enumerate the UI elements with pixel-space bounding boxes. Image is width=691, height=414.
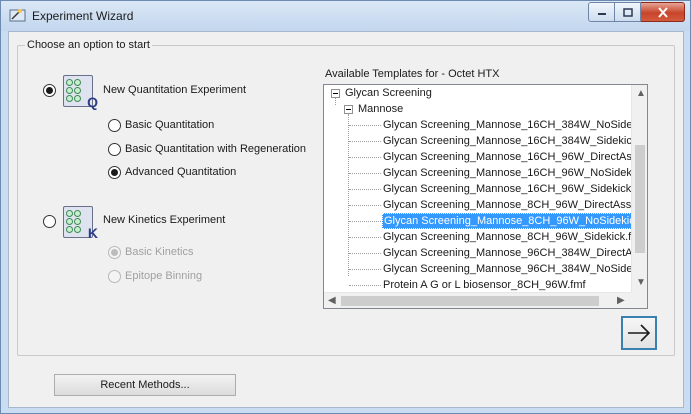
tree-item-template-selected[interactable]: Glycan Screening_Mannose_8CH_96W_NoSidek… xyxy=(382,213,632,229)
experiment-wizard-window: Experiment Wizard Choose an option to st… xyxy=(0,0,691,414)
radio-new-quantitation[interactable] xyxy=(43,84,56,97)
expand-collapse-icon[interactable] xyxy=(344,105,353,114)
tree-item-template[interactable]: Protein A G or L biosensor_8CH_96W.fmf xyxy=(382,277,632,293)
wizard-icon xyxy=(9,9,26,22)
tree-item-template[interactable]: Glycan Screening_Mannose_96CH_384W_Direc… xyxy=(382,245,632,261)
expand-collapse-icon[interactable] xyxy=(331,89,340,98)
label-basic-kinetics[interactable]: Basic Kinetics xyxy=(125,246,193,258)
wizard-body: Choose an option to start Q New Quantita… xyxy=(8,31,684,408)
tree-item-template[interactable]: Glycan Screening_Mannose_96CH_384W_NoSid… xyxy=(382,261,632,277)
label-epitope-binning[interactable]: Epitope Binning xyxy=(125,270,202,282)
scroll-up-icon[interactable]: ▲ xyxy=(636,89,646,99)
minimize-button[interactable] xyxy=(588,2,615,22)
templates-tree[interactable]: Glycan Screening Mannose Glycan Screenin… xyxy=(323,84,648,309)
label-basic-quantitation-regeneration[interactable]: Basic Quantitation with Regeneration xyxy=(125,143,306,155)
window-title: Experiment Wizard xyxy=(32,9,134,23)
maximize-button[interactable] xyxy=(615,2,641,22)
next-button[interactable] xyxy=(621,316,657,350)
tree-horizontal-scrollbar[interactable]: ◀ ▶ xyxy=(324,292,631,308)
group-label: Choose an option to start xyxy=(25,39,152,51)
scroll-right-icon[interactable]: ▶ xyxy=(617,296,625,306)
tree-root-glycan-screening[interactable]: Glycan Screening xyxy=(344,85,433,101)
radio-basic-quantitation[interactable] xyxy=(108,119,121,132)
tree-vertical-scrollbar[interactable]: ▲ ▼ xyxy=(631,85,647,292)
scroll-left-icon[interactable]: ◀ xyxy=(328,296,336,306)
radio-advanced-quantitation[interactable] xyxy=(108,166,121,179)
radio-basic-quantitation-regeneration[interactable] xyxy=(108,143,121,156)
tree-item-template[interactable]: Glycan Screening_Mannose_8CH_96W_DirectA… xyxy=(382,197,632,213)
vertical-scroll-thumb[interactable] xyxy=(635,145,645,253)
arrow-right-icon xyxy=(628,324,651,342)
label-advanced-quantitation[interactable]: Advanced Quantitation xyxy=(125,166,236,178)
plate-q-icon: Q xyxy=(63,75,98,110)
close-button[interactable] xyxy=(641,2,685,22)
recent-methods-label: Recent Methods... xyxy=(100,379,190,391)
scroll-corner xyxy=(631,292,647,308)
title-bar[interactable]: Experiment Wizard xyxy=(1,1,690,31)
tree-item-template[interactable]: Glycan Screening_Mannose_16CH_384W_NoSid… xyxy=(382,117,632,133)
horizontal-scroll-thumb[interactable] xyxy=(341,296,599,306)
tree-item-template[interactable]: Glycan Screening_Mannose_8CH_96W_Sidekic… xyxy=(382,229,632,245)
close-icon xyxy=(657,6,668,18)
label-new-quantitation[interactable]: New Quantitation Experiment xyxy=(103,84,246,96)
label-basic-quantitation[interactable]: Basic Quantitation xyxy=(125,119,214,131)
radio-basic-kinetics[interactable] xyxy=(108,246,121,259)
plate-k-letter: K xyxy=(87,225,98,241)
scroll-down-icon[interactable]: ▼ xyxy=(636,278,646,288)
tree-folder-mannose[interactable]: Mannose xyxy=(357,101,404,117)
plate-q-letter: Q xyxy=(87,94,98,110)
recent-methods-button[interactable]: Recent Methods... xyxy=(54,374,236,396)
minimize-icon xyxy=(597,13,606,15)
tree-item-template[interactable]: Glycan Screening_Mannose_16CH_384W_Sidek… xyxy=(382,133,632,149)
radio-epitope-binning[interactable] xyxy=(108,270,121,283)
maximize-icon xyxy=(622,7,633,17)
tree-item-template[interactable]: Glycan Screening_Mannose_16CH_96W_Sideki… xyxy=(382,181,632,197)
templates-label: Available Templates for - Octet HTX xyxy=(325,68,500,80)
tree-item-template[interactable]: Glycan Screening_Mannose_16CH_96W_NoSide… xyxy=(382,165,632,181)
radio-new-kinetics[interactable] xyxy=(43,215,56,228)
label-new-kinetics[interactable]: New Kinetics Experiment xyxy=(103,214,225,226)
plate-k-icon: K xyxy=(63,206,98,241)
tree-item-template[interactable]: Glycan Screening_Mannose_16CH_96W_Direct… xyxy=(382,149,632,165)
